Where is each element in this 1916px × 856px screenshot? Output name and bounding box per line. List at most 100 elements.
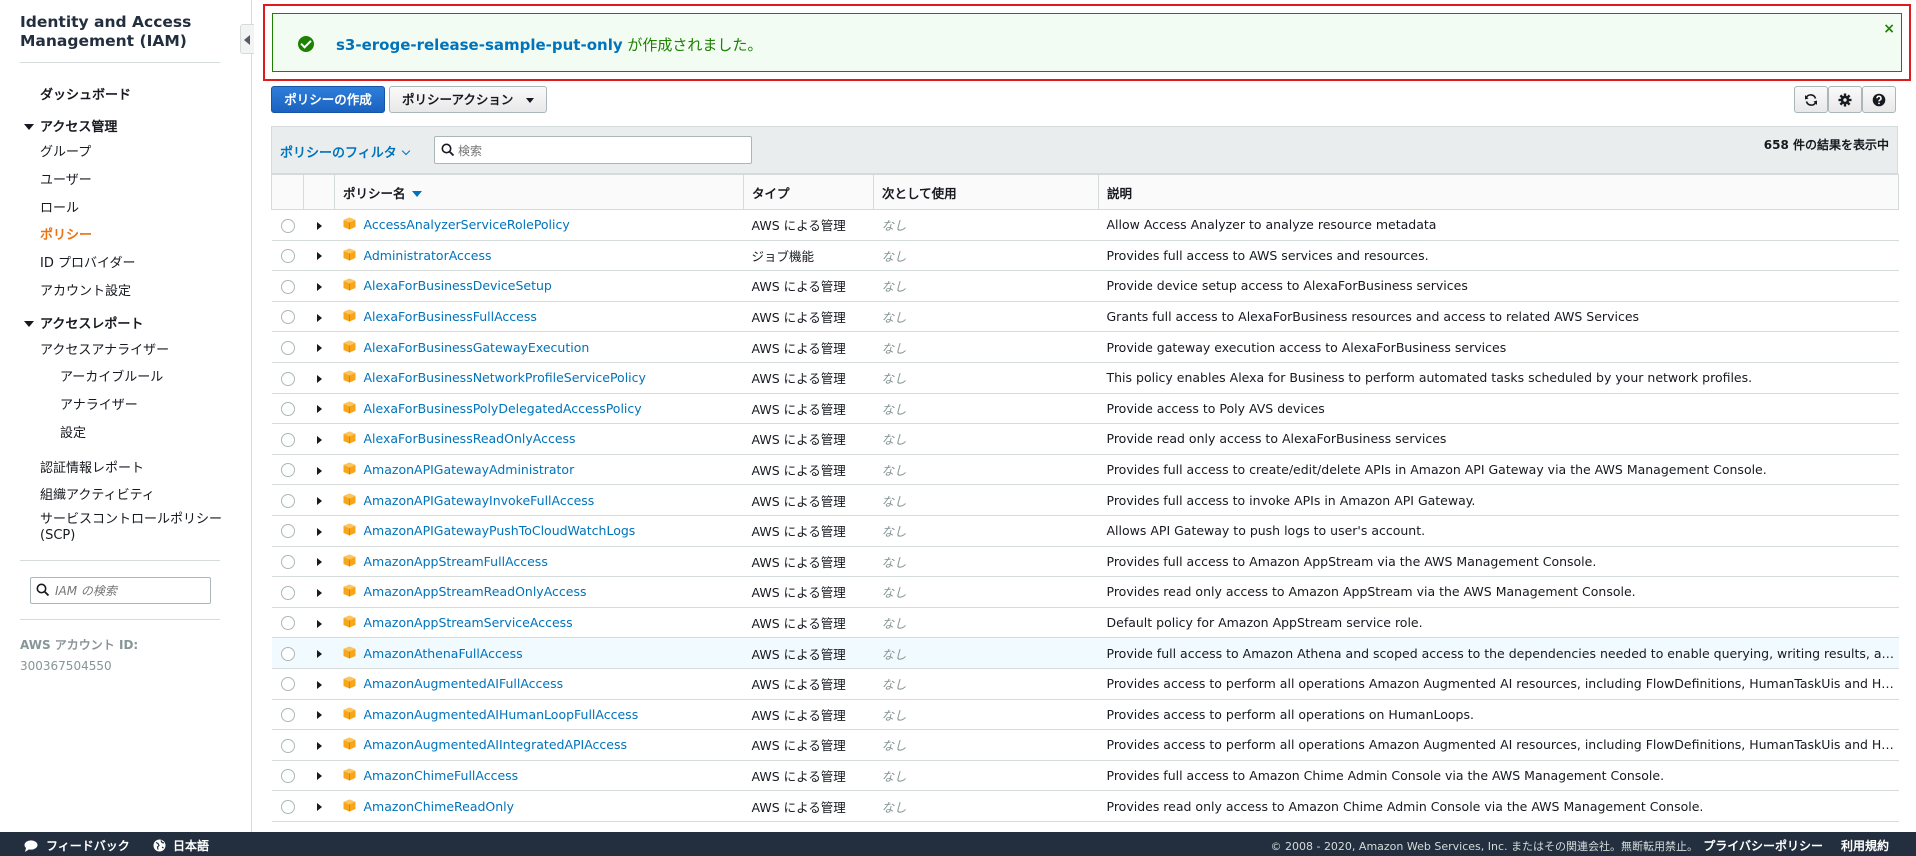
policy-search-field[interactable] xyxy=(434,136,752,164)
expand-triangle-icon[interactable] xyxy=(316,405,322,414)
sidebar-item-dashboard[interactable]: ダッシュボード xyxy=(40,84,131,103)
sidebar-item-credential-report[interactable]: 認証情報レポート xyxy=(40,457,144,476)
row-radio[interactable] xyxy=(280,279,295,294)
row-radio[interactable] xyxy=(280,249,295,264)
expand-triangle-icon[interactable] xyxy=(316,650,322,659)
header-description[interactable]: 説明 xyxy=(1098,174,1899,210)
policy-name-link[interactable]: AlexaForBusinessPolyDelegatedAccessPolic… xyxy=(364,401,642,416)
policy-name-link[interactable]: AmazonAppStreamFullAccess xyxy=(364,554,548,569)
row-radio[interactable] xyxy=(280,371,295,386)
table-row[interactable]: AlexaForBusinessFullAccess AWS による管理 なし Gra… xyxy=(271,301,1899,333)
policy-name-link[interactable]: AlexaForBusinessNetworkProfileServicePol… xyxy=(364,370,646,385)
row-radio[interactable] xyxy=(280,493,295,508)
policy-search-input[interactable] xyxy=(458,141,738,160)
row-radio[interactable] xyxy=(280,769,295,784)
row-radio[interactable] xyxy=(280,738,295,753)
iam-search-input[interactable] xyxy=(55,581,205,600)
sidebar-item-policies[interactable]: ポリシー xyxy=(40,224,92,243)
table-row[interactable]: AmazonAppStreamFullAccess AWS による管理 なし Prov… xyxy=(271,546,1899,578)
create-policy-button[interactable]: ポリシーの作成 xyxy=(271,86,385,113)
expand-triangle-icon[interactable] xyxy=(316,803,322,812)
policy-name-link[interactable]: AlexaForBusinessDeviceSetup xyxy=(364,278,552,293)
row-radio[interactable] xyxy=(280,463,295,478)
row-radio[interactable] xyxy=(280,708,295,723)
table-row[interactable]: AmazonAugmentedAIHumanLoopFullAccess AWS … xyxy=(271,699,1899,731)
table-row[interactable]: AlexaForBusinessDeviceSetup AWS による管理 なし Pr… xyxy=(271,270,1899,302)
table-row[interactable]: AdministratorAccess ジョブ機能 なし Provides full … xyxy=(271,240,1899,272)
sidebar-item-groups[interactable]: グループ xyxy=(40,141,91,160)
policy-name-link[interactable]: AmazonAPIGatewayPushToCloudWatchLogs xyxy=(364,523,636,538)
expand-triangle-icon[interactable] xyxy=(316,772,322,781)
policy-name-link[interactable]: AmazonAugmentedAIFullAccess xyxy=(364,676,564,691)
policy-name-link[interactable]: AmazonAPIGatewayInvokeFullAccess xyxy=(364,493,595,508)
sidebar-collapse-button[interactable] xyxy=(240,24,254,54)
row-radio[interactable] xyxy=(280,310,295,325)
sidebar-item-identity-providers[interactable]: ID プロバイダー xyxy=(40,252,135,271)
policy-name-link[interactable]: AlexaForBusinessFullAccess xyxy=(364,309,537,324)
sidebar-item-access-analyzer[interactable]: アクセスアナライザー xyxy=(40,339,169,358)
row-radio[interactable] xyxy=(280,616,295,631)
policy-name-link[interactable]: AmazonAugmentedAIHumanLoopFullAccess xyxy=(364,707,639,722)
sidebar-item-organization-activity[interactable]: 組織アクティビティ xyxy=(40,484,155,503)
sidebar-section-access-reports[interactable]: アクセスレポート xyxy=(24,313,143,332)
close-icon[interactable]: × xyxy=(1883,22,1895,36)
policy-name-link[interactable]: AmazonAppStreamServiceAccess xyxy=(364,615,573,630)
table-row[interactable]: AmazonAugmentedAIIntegratedAPIAccess AWS … xyxy=(271,729,1899,761)
table-row[interactable]: AmazonAthenaFullAccess AWS による管理 なし Provide… xyxy=(271,637,1899,669)
iam-search-field[interactable] xyxy=(30,577,211,604)
expand-triangle-icon[interactable] xyxy=(316,435,322,444)
table-row[interactable]: AmazonAppStreamReadOnlyAccess AWS による管理 なし… xyxy=(271,576,1899,608)
policy-filter-dropdown[interactable]: ポリシーのフィルタ xyxy=(280,142,410,161)
row-radio[interactable] xyxy=(280,402,295,417)
row-radio[interactable] xyxy=(280,677,295,692)
policy-actions-dropdown[interactable]: ポリシーアクション xyxy=(389,86,547,113)
sidebar-item-roles[interactable]: ロール xyxy=(40,197,79,216)
header-type[interactable]: タイプ xyxy=(743,174,874,210)
row-radio[interactable] xyxy=(280,432,295,447)
table-row[interactable]: AmazonAugmentedAIFullAccess AWS による管理 なし Pr… xyxy=(271,668,1899,700)
table-row[interactable]: AccessAnalyzerServiceRolePolicy AWS による管理… xyxy=(271,209,1899,241)
expand-triangle-icon[interactable] xyxy=(316,282,322,291)
header-used-as[interactable]: 次として使用 xyxy=(873,174,1099,210)
table-row[interactable]: AlexaForBusinessReadOnlyAccess AWS による管理な… xyxy=(271,423,1899,455)
policy-name-link[interactable]: AmazonAthenaFullAccess xyxy=(364,646,523,661)
expand-triangle-icon[interactable] xyxy=(316,252,322,261)
policy-name-link[interactable]: AlexaForBusinessReadOnlyAccess xyxy=(364,431,576,446)
policy-name-link[interactable]: AmazonAppStreamReadOnlyAccess xyxy=(364,584,587,599)
expand-triangle-icon[interactable] xyxy=(316,680,322,689)
row-radio[interactable] xyxy=(280,555,295,570)
table-row[interactable]: AmazonAppStreamServiceAccess AWS による管理 なし D… xyxy=(271,607,1899,639)
policy-name-link[interactable]: AlexaForBusinessGatewayExecution xyxy=(364,340,590,355)
table-row[interactable]: AmazonAPIGatewayPushToCloudWatchLogs AWS … xyxy=(271,515,1899,547)
policy-name-link[interactable]: AmazonAPIGatewayAdministrator xyxy=(364,462,575,477)
help-button[interactable] xyxy=(1862,86,1896,113)
refresh-button[interactable] xyxy=(1794,86,1828,113)
policy-name-link[interactable]: AmazonChimeReadOnly xyxy=(364,799,515,814)
created-policy-link[interactable]: s3-eroge-release-sample-put-only xyxy=(336,36,623,54)
expand-triangle-icon[interactable] xyxy=(316,374,322,383)
table-row[interactable]: AlexaForBusinessNetworkProfileServicePol… xyxy=(271,362,1899,394)
row-radio[interactable] xyxy=(280,524,295,539)
sidebar-item-scp[interactable]: サービスコントロールポリシー (SCP) xyxy=(40,512,230,544)
row-radio[interactable] xyxy=(280,218,295,233)
expand-triangle-icon[interactable] xyxy=(316,527,322,536)
expand-triangle-icon[interactable] xyxy=(316,313,322,322)
table-row[interactable]: AlexaForBusinessPolyDelegatedAccessPolic… xyxy=(271,393,1899,425)
expand-triangle-icon[interactable] xyxy=(316,619,322,628)
expand-triangle-icon[interactable] xyxy=(316,711,322,720)
policy-name-link[interactable]: AmazonChimeFullAccess xyxy=(364,768,519,783)
sidebar-item-archive-rules[interactable]: アーカイブルール xyxy=(60,366,163,385)
policy-name-link[interactable]: AmazonAugmentedAIIntegratedAPIAccess xyxy=(364,737,628,752)
sidebar-item-analyzers[interactable]: アナライザー xyxy=(60,394,138,413)
row-radio[interactable] xyxy=(280,799,295,814)
expand-triangle-icon[interactable] xyxy=(316,344,322,353)
terms-link[interactable]: 利用規約 xyxy=(1841,837,1889,854)
expand-triangle-icon[interactable] xyxy=(316,558,322,567)
row-radio[interactable] xyxy=(280,340,295,355)
table-row[interactable]: AlexaForBusinessGatewayExecution AWS による管… xyxy=(271,331,1899,363)
table-row[interactable]: AmazonChimeReadOnly AWS による管理 なし Provides r… xyxy=(271,790,1899,822)
row-radio[interactable] xyxy=(280,585,295,600)
sidebar-title[interactable]: Identity and Access Management (IAM) xyxy=(20,13,220,51)
feedback-link[interactable]: フィードバック xyxy=(24,837,130,854)
header-policy-name[interactable]: ポリシー名 xyxy=(334,174,744,210)
